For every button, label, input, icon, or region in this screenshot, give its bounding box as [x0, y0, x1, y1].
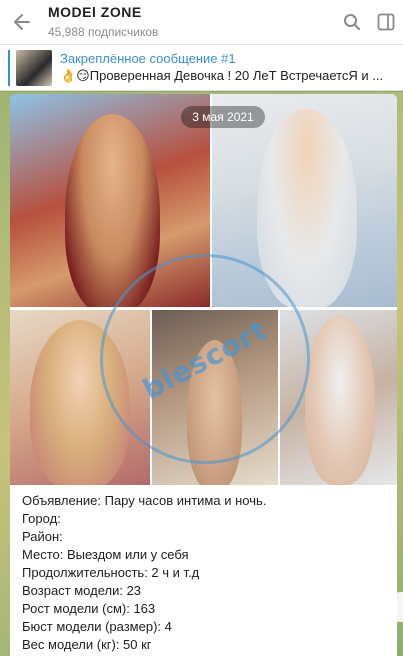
message-line: Возраст модели: 23 [22, 583, 142, 598]
message-line: Рост модели (см): 163 [22, 601, 156, 616]
pinned-thumbnail [16, 49, 52, 86]
watermark-logo: blescort [100, 254, 310, 464]
pinned-text: Закреплённое сообщение #1 👌😏Проверенная … [60, 51, 383, 85]
pinned-title: Закреплённое сообщение #1 [60, 50, 236, 66]
message-line: Место: Выездом или у себя [22, 547, 189, 562]
pinned-accent-line [8, 49, 10, 86]
chat-title-block[interactable]: MODEl ZONE 45,988 подписчиков [44, 4, 335, 40]
watermark-text: blescort [137, 312, 273, 406]
message-line: Город: [22, 511, 61, 526]
message-line: Район: [22, 529, 63, 544]
message-line: Продолжительность: 2 ч и т.д [22, 565, 200, 580]
sidebar-toggle-icon [377, 13, 395, 31]
pinned-preview: 👌😏Проверенная Девочка ! 20 ЛеТ Встречает… [60, 67, 384, 83]
search-button[interactable] [335, 0, 369, 44]
message-line: Объявление: Пару часов интима и ночь. [22, 493, 267, 508]
date-badge: 3 мая 2021 [181, 106, 265, 128]
share-handle[interactable] [394, 592, 403, 622]
back-arrow-icon [14, 14, 30, 30]
subscriber-count: 45,988 подписчиков [48, 25, 159, 39]
message-line: Бюст модели (размер): 4 [22, 619, 172, 634]
photo-5-subject [305, 315, 375, 485]
message-bubble[interactable]: 3 мая 2021 blescort Объявление: Пару час… [10, 94, 397, 656]
back-button[interactable] [0, 0, 44, 44]
channel-title: MODEl ZONE [48, 4, 142, 20]
message-text: Объявление: Пару часов интима и ночь. Го… [22, 492, 392, 654]
message-line: Вес модели (кг): 50 кг [22, 637, 152, 652]
pinned-message-bar[interactable]: Закреплённое сообщение #1 👌😏Проверенная … [0, 45, 403, 91]
chat-header: MODEl ZONE 45,988 подписчиков [0, 0, 403, 44]
sidebar-toggle-button[interactable] [369, 0, 403, 44]
search-icon [344, 14, 360, 30]
